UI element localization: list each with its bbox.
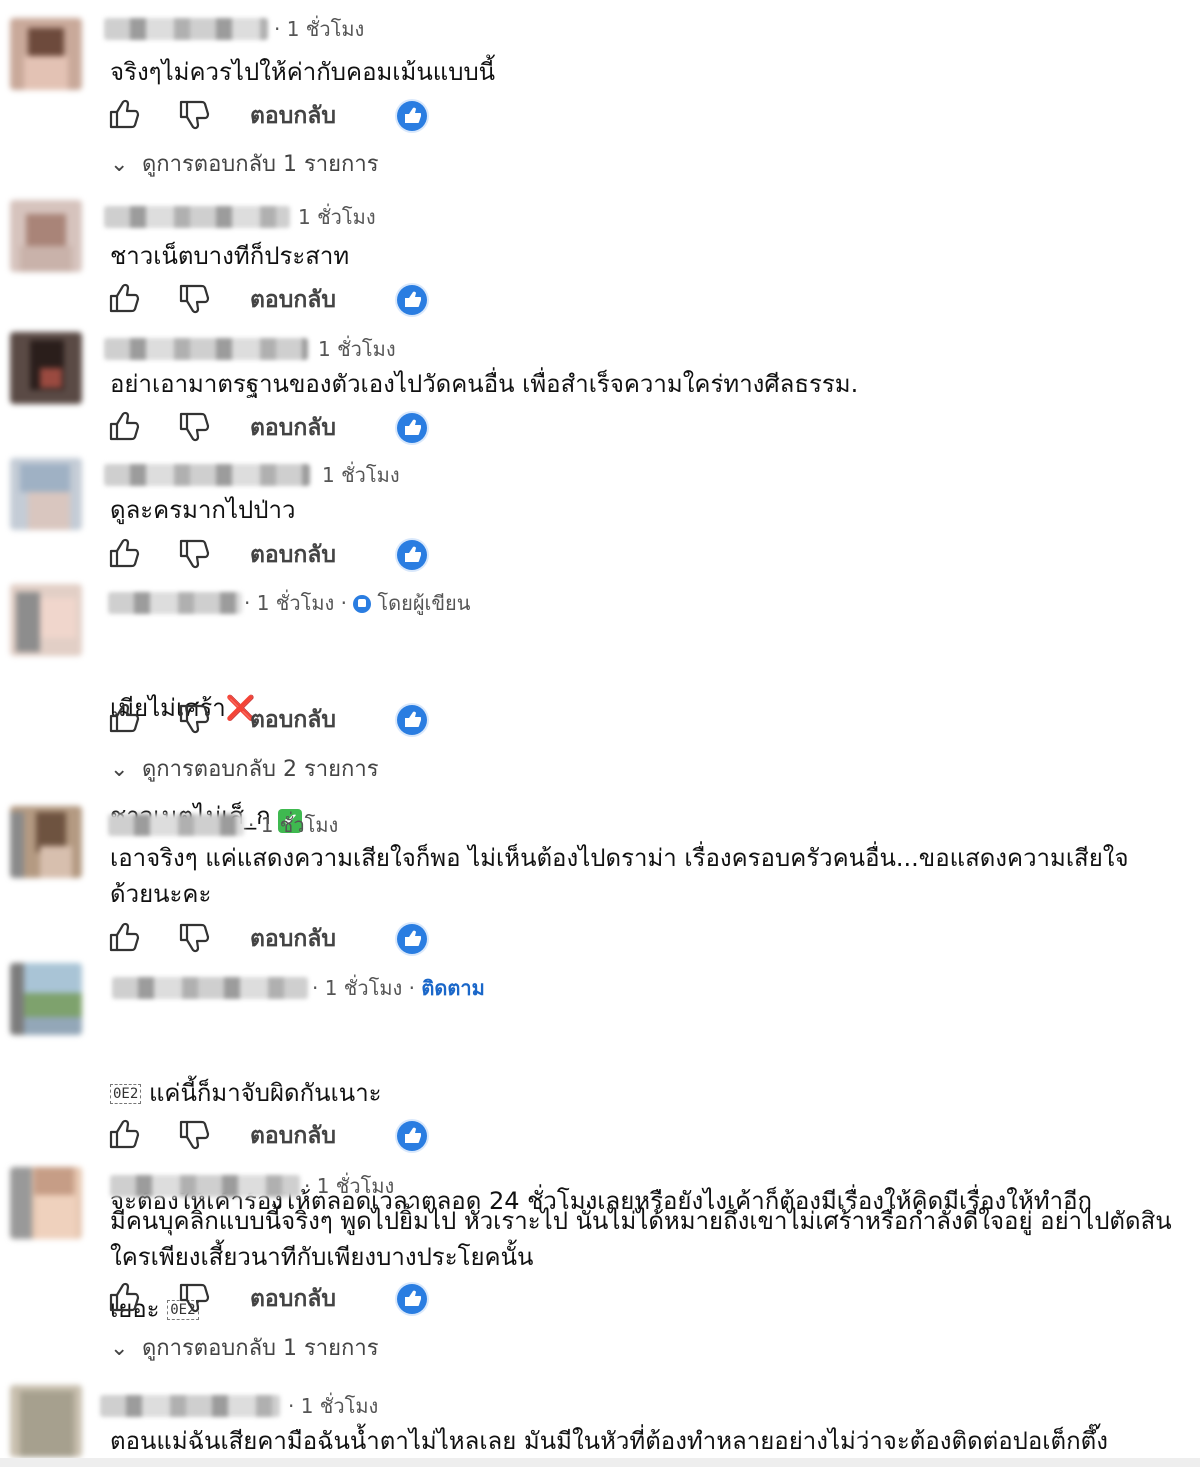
thumbs-up-icon[interactable] (108, 921, 140, 954)
follow-button[interactable]: ติดตาม (421, 976, 484, 1000)
comment-actions: ตอบกลับ (108, 410, 468, 446)
author-name[interactable] (110, 1175, 300, 1197)
author-name[interactable] (100, 1395, 280, 1417)
reply-button[interactable]: ตอบกลับ (250, 702, 336, 738)
author-name[interactable] (112, 977, 308, 999)
unsupported-glyph-icon: 0E2 (110, 1084, 142, 1104)
reply-button[interactable]: ตอบกลับ (250, 537, 336, 573)
comment-text: ชาวเน็ตบางทีก็ประสาท (110, 242, 350, 270)
comment-text: ตอนแม่ฉันเสียคามือฉันน้ำตาไม่ไหลเลย มันม… (110, 1427, 1108, 1455)
comment-timestamp: · 1 ชั่วโมง (248, 813, 339, 837)
reply-button[interactable]: ตอบกลับ (250, 98, 336, 134)
author-name[interactable] (104, 464, 310, 486)
chevron-down-icon: ⌄ (110, 757, 129, 782)
comment-actions: ตอบกลับ (108, 921, 468, 957)
thumbs-down-icon[interactable] (178, 410, 210, 443)
reply-button[interactable]: ตอบกลับ (250, 1118, 336, 1154)
creator-heart-icon (397, 285, 427, 315)
comment-timestamp: 1 ชั่วโมง (322, 463, 400, 487)
comment-actions: ตอบกลับ (108, 702, 468, 738)
avatar[interactable] (10, 1385, 82, 1457)
comment-timestamp: 1 ชั่วโมง (318, 337, 396, 361)
comment-actions: ตอบกลับ (108, 282, 468, 318)
thumbs-down-icon[interactable] (178, 98, 210, 131)
thumbs-down-icon[interactable] (178, 702, 210, 735)
view-replies-label: ดูการตอบกลับ 2 รายการ (142, 757, 379, 782)
creator-heart-icon (397, 705, 427, 735)
author-name[interactable] (104, 18, 268, 40)
creator-heart-icon (397, 413, 427, 443)
creator-heart-icon (397, 540, 427, 570)
comment-actions: ตอบกลับ (108, 1281, 468, 1317)
comment-text: มีคนบุคลิกแบบนี้จริงๆ พูดไปยิ้มไป หัวเรา… (110, 1207, 1172, 1271)
comment-timestamp: 1 ชั่วโมง (298, 205, 376, 229)
thumbs-down-icon[interactable] (178, 1118, 210, 1151)
thumbs-down-icon[interactable] (178, 921, 210, 954)
creator-heart-icon (397, 1284, 427, 1314)
comment-actions: ตอบกลับ (108, 1118, 468, 1154)
comment-timestamp: · 1 ชั่วโมง · (244, 591, 348, 615)
thumbs-down-icon[interactable] (178, 282, 210, 315)
comment-line: 0E2 แค่นี้ก็มาจับผิดกันเนาะ (110, 1075, 1180, 1111)
comment-meta: · 1 ชั่วโมง · ติดตาม (312, 977, 485, 999)
comment-text: อย่าเอามาตรฐานของตัวเองไปวัดคนอื่น เพื่อ… (110, 370, 859, 398)
view-replies-button[interactable]: ⌄ ดูการตอบกลับ 1 รายการ (110, 150, 379, 180)
author-name[interactable] (104, 338, 308, 360)
thumbs-up-icon[interactable] (108, 1118, 140, 1151)
thumbs-up-icon[interactable] (108, 702, 140, 735)
author-badge-label: โดยผู้เขียน (377, 591, 471, 615)
comment-actions: ตอบกลับ (108, 537, 468, 573)
avatar[interactable] (10, 200, 82, 272)
thumbs-up-icon[interactable] (108, 537, 140, 570)
avatar[interactable] (10, 18, 82, 90)
view-replies-label: ดูการตอบกลับ 1 รายการ (142, 152, 379, 177)
comment-text: จริงๆไม่ควรไปให้ค่ากับคอมเม้นแบบนี้ (110, 58, 496, 86)
avatar[interactable] (10, 806, 82, 878)
comment-timestamp: · 1 ชั่วโมง (274, 17, 365, 41)
reply-button[interactable]: ตอบกลับ (250, 1281, 336, 1317)
author-name[interactable] (104, 206, 290, 228)
view-replies-label: ดูการตอบกลับ 1 รายการ (142, 1336, 379, 1361)
avatar[interactable] (10, 1167, 82, 1239)
scroll-edge (0, 1458, 1200, 1467)
thumbs-down-icon[interactable] (178, 1281, 210, 1314)
author-name[interactable] (108, 814, 244, 836)
comment-timestamp: · 1 ชั่วโมง (304, 1174, 395, 1198)
reply-button[interactable]: ตอบกลับ (250, 282, 336, 318)
comment-timestamp: · 1 ชั่วโมง · (312, 976, 416, 1000)
comment-text: ดูละครมากไปป่าว (110, 496, 296, 524)
avatar[interactable] (10, 584, 82, 656)
comment-meta: · 1 ชั่วโมง · โดยผู้เขียน (244, 592, 470, 614)
reply-button[interactable]: ตอบกลับ (250, 410, 336, 446)
comment-actions: ตอบกลับ (108, 98, 468, 134)
avatar[interactable] (10, 963, 82, 1035)
comment-timestamp: · 1 ชั่วโมง (288, 1394, 379, 1418)
avatar[interactable] (10, 458, 82, 530)
creator-heart-icon (397, 1121, 427, 1151)
thumbs-up-icon[interactable] (108, 1281, 140, 1314)
chevron-down-icon: ⌄ (110, 152, 129, 177)
chevron-down-icon: ⌄ (110, 1336, 129, 1361)
thumbs-up-icon[interactable] (108, 282, 140, 315)
author-badge-icon (353, 595, 372, 613)
thumbs-down-icon[interactable] (178, 537, 210, 570)
author-name[interactable] (108, 592, 242, 614)
comment-text: เอาจริงๆ แค่แสดงความเสียใจก็พอ ไม่เห็นต้… (110, 844, 1129, 908)
view-replies-button[interactable]: ⌄ ดูการตอบกลับ 2 รายการ (110, 755, 379, 785)
avatar[interactable] (10, 332, 82, 404)
reply-button[interactable]: ตอบกลับ (250, 921, 336, 957)
thumbs-up-icon[interactable] (108, 410, 140, 443)
thumbs-up-icon[interactable] (108, 98, 140, 131)
view-replies-button[interactable]: ⌄ ดูการตอบกลับ 1 รายการ (110, 1334, 379, 1364)
creator-heart-icon (397, 924, 427, 954)
creator-heart-icon (397, 101, 427, 131)
